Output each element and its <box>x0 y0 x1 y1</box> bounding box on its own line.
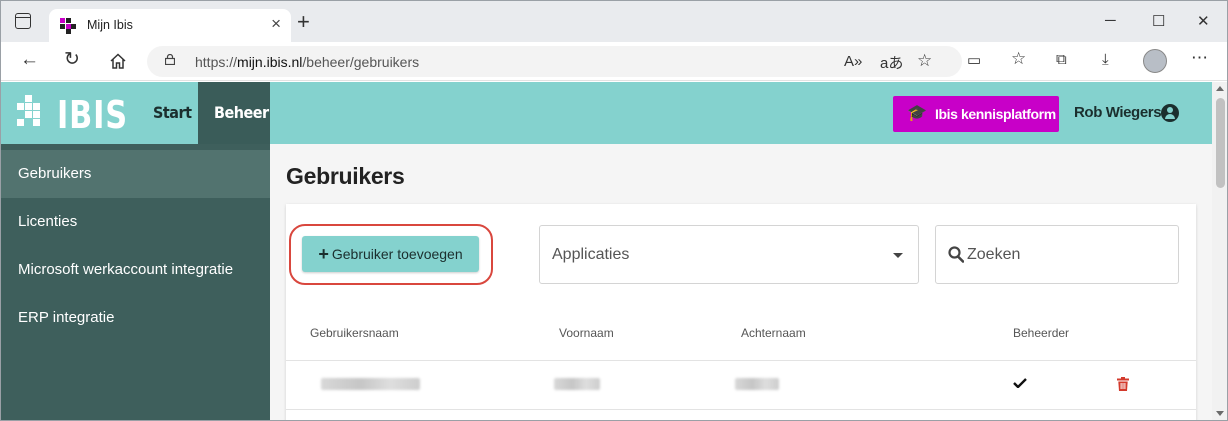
redacted-username <box>321 378 420 390</box>
table-divider <box>286 360 1196 361</box>
add-user-label: Gebruiker toevoegen <box>331 246 463 262</box>
refresh-icon[interactable]: ↻ <box>64 50 80 70</box>
page-title: Gebruikers <box>286 163 405 189</box>
tab-close-icon[interactable]: × <box>271 14 281 34</box>
plus-icon: + <box>318 244 329 264</box>
cast-icon[interactable]: ▭ <box>967 51 981 69</box>
favorites-icon[interactable]: ☆ <box>1011 49 1026 69</box>
tab-bar: Mijn Ibis × + ─ ☐ ✕ <box>1 1 1227 42</box>
close-window-button[interactable]: ✕ <box>1197 12 1210 30</box>
chevron-down-icon <box>893 253 903 258</box>
ibis-logo-mark-icon <box>17 95 40 126</box>
translate-icon[interactable]: aあ <box>880 52 903 73</box>
logo-text: IBIS <box>57 93 128 137</box>
scroll-down-icon[interactable] <box>1216 411 1224 416</box>
column-header-firstname[interactable]: Voornaam <box>559 326 614 340</box>
browser-toolbar: ← ↻ https://mijn.ibis.nl/beheer/gebruike… <box>1 42 1227 81</box>
ibis-favicon-icon <box>60 18 76 34</box>
url-path: /beheer/gebruikers <box>302 54 420 70</box>
nav-start[interactable]: Start <box>137 82 207 144</box>
collections-icon[interactable]: ⧉ <box>1056 51 1067 68</box>
scroll-up-icon[interactable] <box>1216 86 1224 91</box>
kennisplatform-button[interactable]: 🎓 Ibis kennisplatform <box>893 96 1059 132</box>
new-tab-icon[interactable]: + <box>297 11 310 33</box>
home-icon[interactable] <box>109 52 127 70</box>
read-aloud-icon[interactable]: A» <box>844 53 862 70</box>
table-divider <box>286 409 1196 410</box>
sidebar-item-gebruikers[interactable]: Gebruikers <box>1 150 270 198</box>
search-placeholder: Zoeken <box>967 246 1021 263</box>
page-scrollbar[interactable] <box>1212 82 1227 420</box>
user-account-icon[interactable] <box>1161 104 1179 122</box>
users-card: + Gebruiker toevoegen Applicaties Zoeken … <box>286 204 1196 420</box>
kennisplatform-label: Ibis kennisplatform <box>935 106 1056 122</box>
sidebar: Gebruikers Licenties Microsoft werkaccou… <box>1 144 270 420</box>
search-icon <box>948 246 964 263</box>
browser-window: Mijn Ibis × + ─ ☐ ✕ ← ↻ https://mijn.ibi… <box>0 0 1228 421</box>
profile-avatar[interactable] <box>1143 49 1167 73</box>
url-prefix: https:// <box>195 54 238 70</box>
user-name[interactable]: Rob Wiegers <box>1074 104 1162 121</box>
search-input[interactable]: Zoeken <box>935 225 1179 284</box>
redacted-firstname <box>554 378 600 390</box>
url-text[interactable]: https://mijn.ibis.nl/beheer/gebruikers <box>195 54 419 70</box>
tab-title: Mijn Ibis <box>87 18 133 32</box>
minimize-button[interactable]: ─ <box>1105 12 1116 29</box>
lock-icon[interactable] <box>165 54 175 65</box>
applications-select[interactable]: Applicaties <box>539 225 919 284</box>
main-content: Gebruikers + Gebruiker toevoegen Applicat… <box>270 144 1212 420</box>
browser-tab[interactable]: Mijn Ibis × <box>49 9 291 42</box>
tab-actions-icon[interactable] <box>15 13 31 29</box>
add-favorite-icon[interactable]: ☆ <box>917 51 932 71</box>
scroll-thumb[interactable] <box>1216 98 1225 188</box>
sidebar-item-licenties[interactable]: Licenties <box>1 198 270 246</box>
column-header-admin[interactable]: Beheerder <box>1013 326 1069 340</box>
add-user-button[interactable]: + Gebruiker toevoegen <box>302 236 479 272</box>
admin-check-icon <box>1013 378 1027 388</box>
applications-placeholder: Applicaties <box>552 246 630 263</box>
delete-trash-icon[interactable] <box>1117 377 1129 391</box>
url-host: mijn.ibis.nl <box>237 54 303 70</box>
column-header-lastname[interactable]: Achternaam <box>741 326 806 340</box>
back-icon[interactable]: ← <box>20 50 39 70</box>
web-page: IBIS Start Beheer 🎓 Ibis kennisplatform … <box>1 82 1212 420</box>
redacted-lastname <box>735 378 779 390</box>
nav-beheer[interactable]: Beheer <box>198 82 270 144</box>
sidebar-item-erp-integratie[interactable]: ERP integratie <box>1 294 270 342</box>
address-bar[interactable]: https://mijn.ibis.nl/beheer/gebruikers A… <box>147 46 962 77</box>
maximize-button[interactable]: ☐ <box>1152 12 1165 30</box>
top-navigation: IBIS Start Beheer 🎓 Ibis kennisplatform … <box>1 82 1212 144</box>
more-menu-icon[interactable]: ⋯ <box>1191 48 1208 68</box>
column-header-username[interactable]: Gebruikersnaam <box>310 326 399 340</box>
downloads-icon[interactable]: ⤓ <box>1102 51 1109 68</box>
sidebar-item-microsoft-integratie[interactable]: Microsoft werkaccount integratie <box>1 246 270 294</box>
graduation-cap-icon: 🎓 <box>907 105 927 122</box>
